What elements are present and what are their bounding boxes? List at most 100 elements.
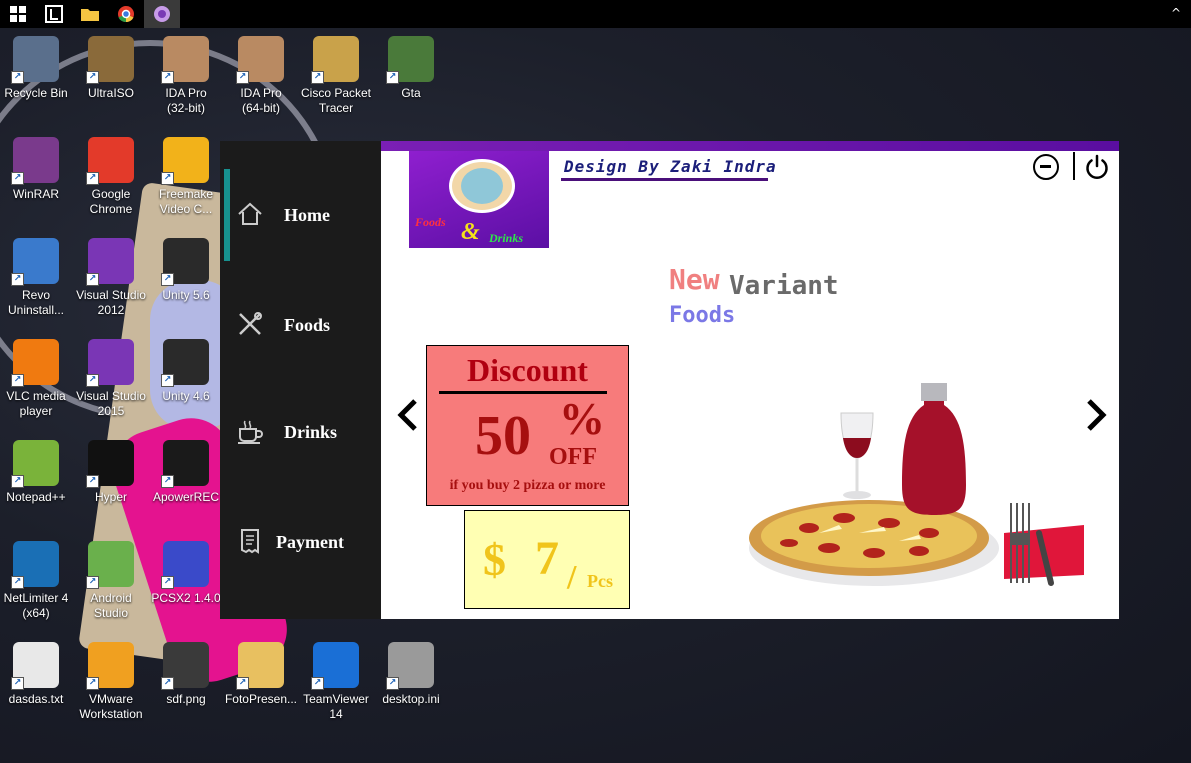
shortcut-arrow-icon: ↗: [311, 71, 324, 84]
desktop-icon-label: WinRAR: [12, 187, 59, 201]
revo-icon: ↗: [11, 238, 59, 286]
desktop-icon[interactable]: ↗ Cisco Packet Tracer: [298, 36, 374, 116]
desktop-icon-label: IDA Pro (32-bit): [165, 86, 207, 115]
desktop-icon[interactable]: ↗ IDA Pro (32-bit): [148, 36, 224, 116]
nav-item-payment[interactable]: Payment: [220, 522, 381, 562]
price-unit: Pcs: [587, 571, 613, 591]
desktop-icon[interactable]: ↗ TeamViewer 14: [298, 642, 374, 722]
desktop-icon[interactable]: ↗ Gta: [373, 36, 449, 101]
desktop-icon[interactable]: ↗ ApowerREC: [148, 440, 224, 505]
nav-label: Drinks: [284, 421, 338, 442]
desktop-icon[interactable]: ↗ Unity 4.6: [148, 339, 224, 404]
desktop-icon[interactable]: ↗ Android Studio: [73, 541, 149, 621]
desktop-icon[interactable]: ↗ Visual Studio 2012: [73, 238, 149, 318]
image-file-icon: ↗: [161, 642, 209, 690]
gta-icon: ↗: [386, 36, 434, 84]
desktop-icon-label: Visual Studio 2015: [76, 389, 146, 418]
desktop-icon[interactable]: ↗ sdf.png: [148, 642, 224, 707]
logo-ampersand: &: [461, 219, 480, 245]
desktop-icon[interactable]: ↗ Revo Uninstall...: [0, 238, 74, 318]
nav-label: Home: [284, 204, 330, 225]
desktop-icon[interactable]: ↗ Freemake Video C...: [148, 137, 224, 217]
windows-start-icon[interactable]: [0, 0, 36, 28]
record-icon: ↗: [161, 440, 209, 488]
receipt-icon: [236, 527, 266, 557]
nav-item-foods[interactable]: Foods: [220, 305, 381, 345]
app-icon[interactable]: [144, 0, 180, 28]
desktop-icon[interactable]: ↗ Hyper: [73, 440, 149, 505]
desktop-icon-label: PCSX2 1.4.0: [151, 591, 221, 605]
desktop-icon[interactable]: ↗ desktop.ini: [373, 642, 449, 707]
shortcut-arrow-icon: ↗: [236, 71, 249, 84]
shortcut-arrow-icon: ↗: [86, 374, 99, 387]
chevron-up-icon[interactable]: ^: [1171, 6, 1181, 20]
visual-studio-icon: ↗: [86, 339, 134, 387]
ida-icon: ↗: [161, 36, 209, 84]
designer-credit: Design By Zaki Indra: [564, 157, 777, 176]
chevron-left-icon: [397, 399, 417, 431]
next-button[interactable]: [1081, 395, 1111, 435]
desktop-icon-label: Visual Studio 2012: [76, 288, 146, 317]
folder-icon: ↗: [236, 642, 284, 690]
discount-card: Discount 50 % OFF if you buy 2 pizza or …: [426, 345, 629, 506]
desktop-icon[interactable]: ↗ Unity 5.6: [148, 238, 224, 303]
desktop-icon-label: Unity 5.6: [162, 288, 210, 302]
headline-variant: Variant: [729, 271, 839, 301]
disc-icon: ↗: [86, 36, 134, 84]
desktop-icon[interactable]: ↗ FotoPresen...: [223, 642, 299, 707]
shortcut-arrow-icon: ↗: [86, 71, 99, 84]
price-card: $ 7 / Pcs: [464, 510, 630, 609]
app-logo: Foods & Drinks: [409, 151, 549, 248]
shortcut-arrow-icon: ↗: [11, 475, 24, 488]
shortcut-arrow-icon: ↗: [86, 475, 99, 488]
desktop-icon-label: Android Studio: [90, 591, 132, 620]
desktop-icon[interactable]: ↗ dasdas.txt: [0, 642, 74, 707]
logo-text: Foods: [415, 215, 446, 229]
desktop-icon-label: desktop.ini: [382, 692, 440, 706]
desktop-icon[interactable]: ↗ Google Chrome: [73, 137, 149, 217]
title-bar-accent: [381, 141, 1119, 151]
desktop-icon[interactable]: ↗ PCSX2 1.4.0: [148, 541, 224, 606]
settings-file-icon: ↗: [386, 642, 434, 690]
desktop-icon[interactable]: ↗ Notepad++: [0, 440, 74, 505]
power-button[interactable]: [1083, 153, 1111, 181]
file-explorer-icon[interactable]: [72, 0, 108, 28]
desktop-icon[interactable]: ↗ Visual Studio 2015: [73, 339, 149, 419]
chrome-icon: ↗: [86, 137, 134, 185]
pizza-and-wine-image: [749, 383, 1084, 586]
desktop-icon-label: Notepad++: [6, 490, 66, 504]
shortcut-arrow-icon: ↗: [161, 273, 174, 286]
price-slash: /: [567, 559, 577, 596]
desktop-icon-label: IDA Pro (64-bit): [240, 86, 282, 115]
desktop-icon[interactable]: ↗ WinRAR: [0, 137, 74, 202]
shortcut-arrow-icon: ↗: [161, 576, 174, 589]
desktop-icon[interactable]: ↗ NetLimiter 4 (x64): [0, 541, 74, 621]
desktop-icon-label: VMware Workstation: [79, 692, 143, 721]
desktop-icon[interactable]: ↗ VLC media player: [0, 339, 74, 419]
nav-item-home[interactable]: Home: [220, 195, 381, 235]
freemake-icon: ↗: [161, 137, 209, 185]
discount-note: if you buy 2 pizza or more: [449, 478, 606, 493]
shortcut-arrow-icon: ↗: [161, 475, 174, 488]
shortcut-arrow-icon: ↗: [86, 172, 99, 185]
logo-text: Drinks: [489, 231, 524, 245]
price-currency: $: [483, 534, 506, 585]
desktop-icon-label: sdf.png: [166, 692, 206, 706]
shortcut-arrow-icon: ↗: [236, 677, 249, 690]
shortcut-arrow-icon: ↗: [386, 71, 399, 84]
shortcut-arrow-icon: ↗: [86, 576, 99, 589]
desktop-icon[interactable]: ↗ IDA Pro (64-bit): [223, 36, 299, 116]
desktop-icon[interactable]: ↗ VMware Workstation: [73, 642, 149, 722]
nav-item-drinks[interactable]: Drinks: [220, 412, 381, 452]
minimize-button[interactable]: [1033, 154, 1059, 180]
desktop-icon[interactable]: ↗ UltraISO: [73, 36, 149, 101]
utensils-icon: [236, 310, 266, 340]
shortcut-arrow-icon: ↗: [161, 677, 174, 690]
desktop-icon[interactable]: ↗ Recycle Bin: [0, 36, 74, 101]
previous-button[interactable]: [393, 395, 423, 435]
desktop-icon-label: Hyper: [94, 490, 127, 504]
chrome-icon[interactable]: [108, 0, 144, 28]
netlimiter-icon[interactable]: [36, 0, 72, 28]
price-value: 7: [535, 532, 559, 585]
unity-icon: ↗: [161, 339, 209, 387]
